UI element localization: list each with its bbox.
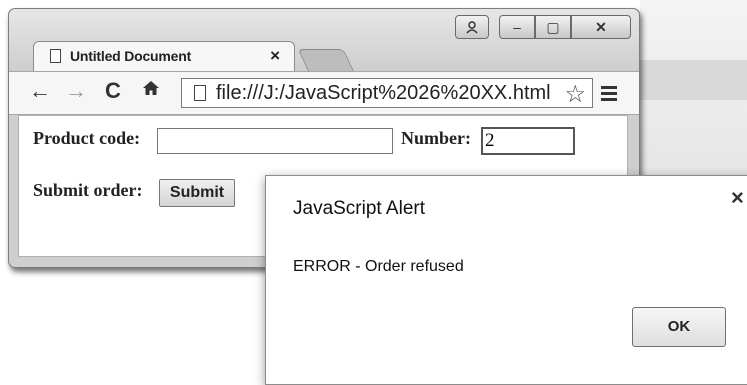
tab-title: Untitled Document — [70, 48, 192, 64]
address-bar[interactable]: file:///J:/JavaScript%2026%20XX.html ☆ — [181, 78, 593, 108]
back-icon[interactable]: ← — [29, 78, 51, 104]
profile-icon — [466, 21, 478, 34]
tab-untitled-document[interactable]: Untitled Document × — [33, 41, 295, 71]
minimize-icon: – — [513, 19, 521, 35]
menu-icon[interactable] — [601, 86, 617, 104]
close-icon: ✕ — [595, 18, 607, 35]
home-icon[interactable] — [141, 78, 161, 104]
submit-button[interactable]: Submit — [159, 179, 235, 207]
url-text[interactable]: file:///J:/JavaScript%2026%20XX.html — [216, 82, 558, 105]
ok-button[interactable]: OK — [632, 307, 726, 347]
maximize-icon: ▢ — [546, 18, 560, 35]
window-close-button[interactable]: ✕ — [571, 15, 631, 39]
profile-button[interactable] — [455, 15, 489, 39]
alert-title: JavaScript Alert — [293, 198, 425, 219]
desktop-band — [640, 60, 747, 100]
number-input[interactable]: 2 — [481, 127, 575, 155]
tab-close-icon[interactable]: × — [270, 46, 280, 66]
minimize-button[interactable]: – — [499, 15, 535, 39]
star-icon[interactable]: ☆ — [564, 80, 586, 109]
submit-order-label: Submit order: — [33, 180, 143, 200]
document-icon — [50, 49, 61, 63]
maximize-button[interactable]: ▢ — [535, 15, 571, 39]
product-code-input[interactable] — [157, 128, 393, 154]
number-label: Number: — [401, 128, 471, 148]
alert-message: ERROR - Order refused — [293, 258, 464, 275]
product-code-label: Product code: — [33, 128, 141, 148]
new-tab-button[interactable] — [297, 49, 355, 72]
reload-icon[interactable]: C — [105, 78, 121, 104]
page-icon — [194, 85, 206, 101]
javascript-alert-dialog: × JavaScript Alert ERROR - Order refused… — [265, 175, 747, 385]
browser-toolbar: ← → C file:///J:/JavaScript%2026%20XX.ht… — [9, 71, 639, 115]
forward-icon[interactable]: → — [65, 78, 87, 104]
alert-close-icon[interactable]: × — [731, 185, 744, 211]
title-bar: – ▢ ✕ Untitled Document × — [9, 9, 639, 73]
